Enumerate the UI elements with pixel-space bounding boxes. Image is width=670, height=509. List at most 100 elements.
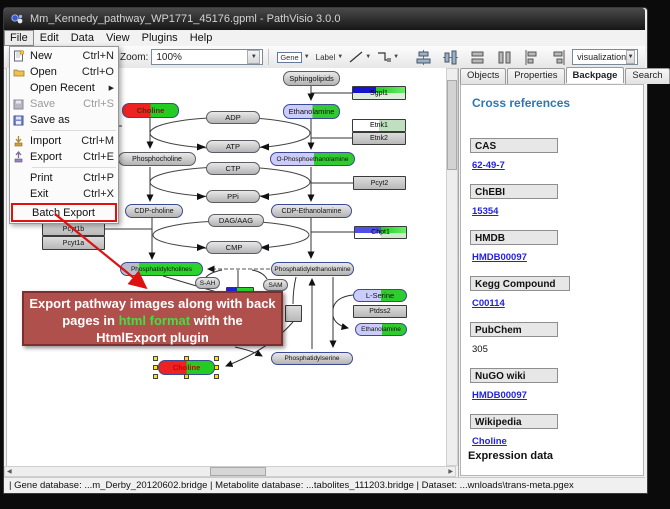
align-vertical-center-icon[interactable] [443, 50, 458, 65]
menu-view[interactable]: View [100, 31, 136, 45]
chevron-down-icon[interactable]: ▼ [337, 54, 343, 60]
label-tool-button[interactable]: Label▼ [316, 53, 344, 62]
scroll-right-icon[interactable]: ▶ [448, 468, 453, 475]
file-menu-save[interactable]: Save Ctrl+S [10, 96, 118, 112]
align-left-icon[interactable] [524, 50, 539, 65]
tab-properties[interactable]: Properties [507, 68, 564, 84]
selection-handle[interactable] [214, 374, 219, 379]
file-menu: New Ctrl+N Open Ctrl+O Open Recent ▶ Sav… [9, 46, 119, 224]
chevron-down-icon[interactable]: ▼ [247, 50, 260, 64]
crossref-link-nugo[interactable]: HMDB00097 [472, 390, 527, 401]
node-o-phosphoethanolamine[interactable]: O-Phosphoethanolamine [270, 152, 355, 166]
node-phosphatidylserine[interactable]: Phosphatidylserine [271, 352, 353, 365]
save-as-disk-icon [13, 114, 30, 126]
node-ethanolamine[interactable]: Ethanolamine [283, 104, 340, 119]
visualization-combo[interactable]: visualization ▼ [572, 49, 638, 65]
node-etnk1[interactable]: Etnk1 [352, 119, 406, 132]
file-menu-open-recent[interactable]: Open Recent ▶ [10, 80, 118, 96]
file-menu-exit[interactable]: Exit Ctrl+X [10, 186, 118, 202]
status-bar: | Gene database: ...m_Derby_20120602.bri… [4, 477, 645, 492]
menu-file[interactable]: File [4, 30, 34, 46]
selection-handle[interactable] [214, 356, 219, 361]
node-ethanolamine-low[interactable]: Ethanolamine [355, 323, 407, 336]
chevron-down-icon[interactable]: ▼ [365, 54, 371, 60]
zoom-combo[interactable]: 100% ▼ [151, 49, 263, 65]
canvas-vertical-scrollbar-thumb[interactable] [447, 80, 457, 170]
node-phosphatidylcholines[interactable]: Phosphatidylcholines [120, 262, 203, 276]
node-pcyt1a[interactable]: Pcyt1a [42, 236, 105, 250]
node-cdp-choline[interactable]: CDP-choline [125, 204, 183, 218]
node-atp[interactable]: ATP [206, 140, 260, 153]
chevron-down-icon[interactable]: ▼ [393, 54, 399, 60]
crossref-link-chebi[interactable]: 15354 [472, 206, 498, 217]
open-folder-icon [13, 66, 30, 78]
menu-help[interactable]: Help [184, 31, 219, 45]
file-menu-open[interactable]: Open Ctrl+O [10, 64, 118, 80]
scroll-left-icon[interactable]: ◀ [7, 468, 12, 475]
gene-tool-button[interactable]: Gene▼ [277, 52, 309, 63]
annotation-callout: Export pathway images along with back pa… [22, 291, 283, 346]
tab-backpage[interactable]: Backpage [566, 67, 625, 83]
node-sphingolipids[interactable]: Sphingolipids [283, 71, 340, 86]
node-dag-aag[interactable]: DAG/AAG [208, 214, 264, 227]
node-sam[interactable]: SAM [263, 279, 288, 291]
node-pcyt1b[interactable]: Pcyt1b [42, 222, 105, 236]
export-icon [13, 151, 30, 163]
node-chpt1[interactable]: Chpt1 [354, 226, 407, 239]
crossref-link-cas[interactable]: 62-49-7 [472, 160, 505, 171]
node-ptdss2[interactable]: Ptdss2 [353, 305, 407, 318]
node-phosphocholine[interactable]: Phosphocholine [118, 152, 196, 166]
selection-handle[interactable] [153, 365, 158, 370]
node-sah[interactable]: S-AH [195, 277, 220, 289]
node-enzyme-box[interactable] [285, 305, 302, 322]
selection-handle[interactable] [214, 365, 219, 370]
selection-handle[interactable] [153, 356, 158, 361]
node-ppi[interactable]: PPi [206, 190, 260, 203]
canvas-horizontal-scrollbar-thumb[interactable] [210, 467, 266, 476]
chevron-down-icon[interactable]: ▼ [626, 50, 635, 64]
file-menu-export[interactable]: Export Ctrl+E [10, 149, 118, 165]
node-pcyt2[interactable]: Pcyt2 [353, 176, 406, 190]
tab-search[interactable]: Search [625, 68, 669, 84]
node-etnk2[interactable]: Etnk2 [352, 132, 406, 145]
crossref-link-hmdb[interactable]: HMDB00097 [472, 252, 527, 263]
file-menu-print[interactable]: Print Ctrl+P [10, 170, 118, 186]
annotation-line1: Export pathway images along with back [24, 295, 281, 312]
node-adp[interactable]: ADP [206, 111, 260, 124]
crossref-section-wikipedia: Wikipedia [470, 414, 558, 429]
file-menu-batch-export[interactable]: Batch Export [11, 203, 117, 222]
menu-edit[interactable]: Edit [34, 31, 65, 45]
selection-handle[interactable] [153, 374, 158, 379]
node-ctp[interactable]: CTP [206, 162, 260, 175]
chevron-down-icon[interactable]: ▼ [304, 54, 310, 60]
save-disk-icon [13, 98, 30, 110]
node-sgpl1[interactable]: Sgpl1 [352, 86, 406, 100]
stack-horizontal-icon[interactable] [497, 50, 512, 65]
node-choline[interactable]: Choline [122, 103, 179, 118]
align-right-icon[interactable] [551, 50, 566, 65]
selection-handle[interactable] [184, 356, 189, 361]
new-file-icon [13, 50, 30, 62]
tab-objects[interactable]: Objects [460, 68, 506, 84]
crossref-link-wikipedia[interactable]: Choline [472, 436, 507, 447]
node-cmp[interactable]: CMP [206, 241, 262, 254]
selection-handle[interactable] [184, 374, 189, 379]
menu-data[interactable]: Data [65, 31, 100, 45]
menu-bar: File Edit Data View Plugins Help [4, 30, 645, 47]
file-menu-import[interactable]: Import Ctrl+M [10, 133, 118, 149]
line-tool-button[interactable]: ▼ [349, 51, 371, 63]
stack-vertical-icon[interactable] [470, 50, 485, 65]
node-cdp-ethanolamine[interactable]: CDP-Ethanolamine [271, 204, 352, 218]
node-l-serine[interactable]: L-Serine [353, 289, 407, 302]
title-bar[interactable]: Mm_Kennedy_pathway_WP1771_45176.gpml - P… [4, 8, 645, 30]
node-choline-selected[interactable]: Choline [158, 360, 215, 375]
menu-plugins[interactable]: Plugins [136, 31, 184, 45]
file-menu-new[interactable]: New Ctrl+N [10, 48, 118, 64]
connector-tool-button[interactable]: ▼ [377, 51, 399, 63]
expression-data-heading: Expression data [468, 450, 553, 462]
node-phosphatidylethanolamine[interactable]: Phosphatidylethanolamine [271, 262, 354, 276]
file-menu-save-as[interactable]: Save as [10, 112, 118, 128]
crossref-link-kegg[interactable]: C00114 [472, 298, 505, 309]
crossref-section-kegg: Kegg Compound [470, 276, 570, 291]
align-horizontal-center-icon[interactable] [416, 50, 431, 65]
